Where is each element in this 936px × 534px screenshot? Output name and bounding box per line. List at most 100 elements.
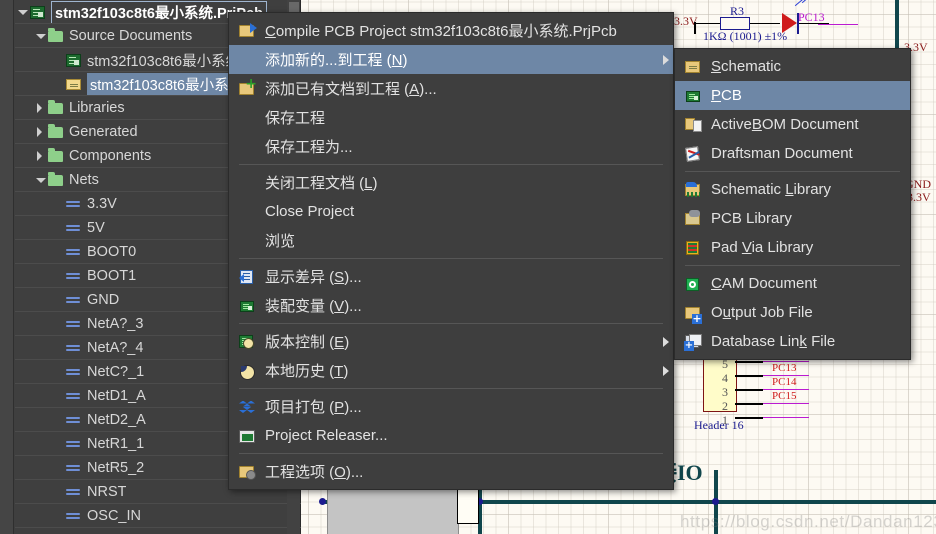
add-new-to-project-submenu[interactable]: Schematic PCB ActiveBOM Document Draftsman … — [674, 48, 911, 360]
menu-item-schematic-library[interactable]: Schematic Library — [675, 175, 910, 204]
menu-item-label: 添加新的...到工程 (N) — [265, 52, 408, 69]
menu-item-label: 装配变量 (V)... — [265, 298, 362, 315]
menu-item-label: 版本控制 (E) — [265, 334, 350, 351]
tree-expander-closed-icon[interactable] — [33, 101, 47, 115]
menu-separator — [685, 265, 900, 266]
menu-item-output-job-file[interactable]: Output Job File — [675, 298, 910, 327]
menu-item-label: Pad Via Library — [711, 239, 814, 256]
pcb-doc-icon — [683, 87, 705, 105]
compile-folder-icon — [237, 22, 259, 40]
menu-item-activebom-document[interactable]: ActiveBOM Document — [675, 110, 910, 139]
menu-item-a[interactable]: 添加已有文档到工程 (A)... — [229, 74, 673, 103]
menu-item-item[interactable]: 浏览 — [229, 226, 673, 255]
menu-item-pcb-library[interactable]: PCB Library — [675, 204, 910, 233]
watermark-text: https://blog.csdn.net/Dandan123 — [680, 512, 936, 531]
menu-item-pad-via-library[interactable]: Pad Via Library — [675, 233, 910, 262]
menu-separator — [239, 164, 663, 165]
tree-expander-closed-icon[interactable] — [33, 149, 47, 163]
menu-item-draftsman-document[interactable]: Draftsman Document — [675, 139, 910, 168]
menu-item-schematic[interactable]: Schematic — [675, 52, 910, 81]
tree-expander-closed-icon[interactable] — [33, 125, 47, 139]
tree-item-label: NetA?_4 — [87, 340, 144, 356]
menu-item-label: Output Job File — [711, 304, 813, 321]
output-job-icon — [683, 304, 705, 324]
menu-icon-placeholder — [237, 138, 259, 156]
net-icon — [65, 485, 83, 500]
resistor-value-r3: 1KΩ (1001) ±1% — [703, 29, 788, 43]
tree-item-label: Components — [69, 148, 152, 164]
tree-item-osc-out[interactable]: OSC_OUT — [15, 528, 287, 534]
project-context-menu[interactable]: Compile PCB Project stm32f103c8t6最小系统.Pr… — [228, 12, 674, 490]
menu-separator — [239, 453, 663, 454]
net-wire — [818, 24, 858, 25]
menu-item-o[interactable]: 工程选项 (O)... — [229, 457, 673, 486]
header-pin-wire — [735, 375, 763, 377]
menu-item-p[interactable]: 项目打包 (P)... — [229, 392, 673, 421]
tree-item-label: 3.3V — [87, 196, 117, 212]
net-icon — [65, 197, 83, 212]
tree-expander-open-icon[interactable] — [15, 5, 29, 19]
header-pin-number: 4 — [722, 371, 728, 385]
show-differences-icon — [237, 268, 259, 286]
menu-item-database-link-file[interactable]: Database Link File — [675, 327, 910, 356]
project-releaser-icon — [237, 427, 259, 445]
menu-item-pcb[interactable]: PCB — [675, 81, 910, 110]
net-icon — [65, 245, 83, 260]
schematic-icon — [65, 77, 83, 92]
menu-item-n[interactable]: 添加新的...到工程 (N) — [229, 45, 673, 74]
net-icon — [65, 341, 83, 356]
menu-item-cam-document[interactable]: CAM Document — [675, 269, 910, 298]
menu-item-e[interactable]: 版本控制 (E) — [229, 327, 673, 356]
menu-item-compile-pcb-project-stm32f103c8t6-prjpcb[interactable]: Compile PCB Project stm32f103c8t6最小系统.Pr… — [229, 16, 673, 45]
tree-item-label: NRST — [87, 484, 127, 500]
tree-expander-open-icon[interactable] — [33, 29, 47, 43]
menu-item-label: Schematic Library — [711, 181, 832, 198]
menu-icon-placeholder — [237, 174, 259, 192]
tree-item-label: GND — [87, 292, 120, 308]
menu-item-s[interactable]: 显示差异 (S)... — [229, 262, 673, 291]
header-pin-wire — [735, 403, 763, 405]
menu-item-item[interactable]: 保存工程 — [229, 103, 673, 132]
folder-icon — [47, 27, 65, 44]
menu-item-project-releaser[interactable]: Project Releaser... — [229, 421, 673, 450]
folder-icon — [47, 171, 65, 188]
menu-item-label: 工程选项 (O)... — [265, 464, 364, 481]
menu-item-label: 保存工程为... — [265, 139, 353, 156]
menu-item-item[interactable]: 保存工程为... — [229, 132, 673, 161]
menu-item-t[interactable]: 本地历史 (T) — [229, 356, 673, 385]
tree-item-label: NetD2_A — [87, 412, 146, 428]
net-icon — [65, 389, 83, 404]
header-pin-number: 3 — [722, 385, 728, 399]
menu-item-close-project[interactable]: Close Project — [229, 197, 673, 226]
project-icon — [29, 5, 47, 20]
header-pin-number: 2 — [722, 399, 728, 413]
menu-separator — [685, 171, 900, 172]
tree-item-label: stm32f103c8t6最小系统 — [87, 72, 247, 96]
tree-item-label: Source Documents — [69, 28, 193, 44]
local-history-icon — [237, 362, 259, 380]
menu-item-v[interactable]: 装配变量 (V)... — [229, 291, 673, 320]
tree-item-label: BOOT0 — [87, 244, 137, 260]
menu-item-label: ActiveBOM Document — [711, 116, 859, 133]
led-symbol — [782, 13, 797, 33]
menu-item-label: Compile PCB Project stm32f103c8t6最小系统.Pr… — [265, 23, 617, 40]
wire-junction — [712, 498, 719, 505]
tree-expander-open-icon[interactable] — [33, 173, 47, 187]
menu-item-l[interactable]: 关闭工程文档 (L) — [229, 168, 673, 197]
wire-segment — [750, 23, 780, 24]
header-pin-wire — [735, 389, 763, 391]
tree-item-osc-in[interactable]: OSC_IN — [15, 504, 301, 528]
menu-icon-placeholder — [237, 51, 259, 69]
project-icon — [65, 53, 83, 68]
header-pin-netwire — [763, 417, 809, 418]
menu-item-label: 显示差异 (S)... — [265, 269, 362, 286]
menu-item-label: PCB Library — [711, 210, 792, 227]
